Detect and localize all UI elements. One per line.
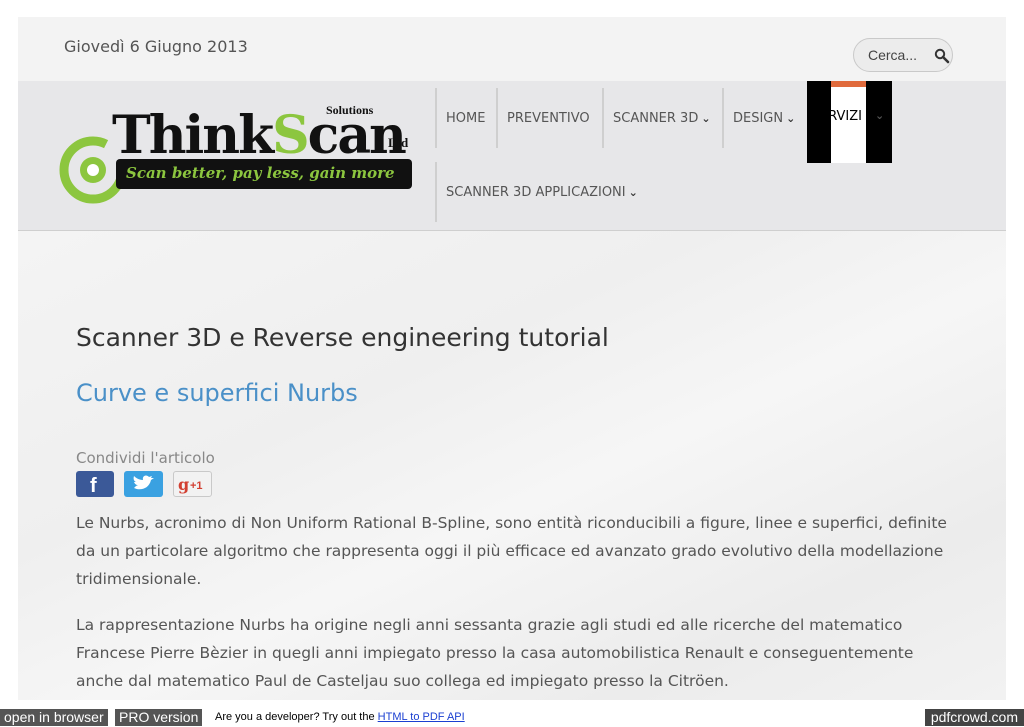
article-content: Scanner 3D e Reverse engineering tutoria… [18,231,1006,700]
svg-text:f: f [90,475,97,497]
pdfcrowd-brand-link[interactable]: pdfcrowd.com [924,709,1024,726]
pro-version-button[interactable]: PRO version [115,709,203,726]
open-in-browser-button[interactable]: open in browser [0,709,108,726]
logo-tagline-banner: Scan better, pay less, gain more [116,159,412,189]
article-paragraph: Le Nurbs, acronimo di Non Uniform Ration… [76,514,947,588]
chevron-down-icon: ⌄ [786,111,796,125]
current-date: Giovedì 6 Giugno 2013 [64,37,248,56]
page: Giovedì 6 Giugno 2013 ThinkScan Solution… [18,17,1006,700]
article-subtitle: Curve e superfici Nurbs [76,379,358,407]
pdf-footer-bar: open in browser PRO version Are you a de… [0,707,1024,727]
top-bar: Giovedì 6 Giugno 2013 [18,17,1006,81]
article-paragraph: La rappresentazione Nurbs ha origine neg… [76,616,914,690]
logo-solutions: Solutions [326,103,374,117]
svg-text:g: g [178,475,189,494]
article-title: Scanner 3D e Reverse engineering tutoria… [76,323,609,352]
google-plus-button[interactable]: g +1 [173,471,212,497]
nav-scanner-3d[interactable]: SCANNER 3D ⌄ [602,88,711,148]
nav-home[interactable]: HOME [435,88,485,148]
site-logo[interactable]: ThinkScan Solutions Ltd Scan better, pay… [58,99,418,207]
search-box[interactable] [853,38,953,72]
nav-servizi-panel [831,87,866,163]
svg-text:+1: +1 [190,480,203,492]
chevron-down-icon: ⌄ [875,109,885,122]
twitter-share-button[interactable] [124,471,163,497]
chevron-down-icon: ⌄ [701,111,711,125]
logo-ltd: Ltd [388,135,409,150]
share-label: Condividi l'articolo [76,449,215,467]
nav-preventivo[interactable]: PREVENTIVO [496,88,590,148]
facebook-share-button[interactable]: f [76,471,114,497]
html-to-pdf-api-link[interactable]: HTML to PDF API [378,711,465,723]
facebook-icon: f [90,475,97,497]
search-icon[interactable] [934,48,950,64]
logo-tagline: Scan better, pay less, gain more [126,164,395,182]
google-plus-icon: g +1 [178,475,203,494]
chevron-down-icon: ⌄ [628,185,638,199]
nav-design[interactable]: DESIGN ⌄ [722,88,795,148]
twitter-bird-icon [133,475,154,490]
developer-promo: Are you a developer? Try out the HTML to… [215,711,465,723]
site-header: ThinkScan Solutions Ltd Scan better, pay… [18,81,1006,231]
search-input[interactable] [868,46,928,64]
nav-scanner-3d-applicazioni[interactable]: SCANNER 3D APPLICAZIONI ⌄ [435,162,638,222]
nav-servizi[interactable]: ERVIZI [820,109,862,124]
